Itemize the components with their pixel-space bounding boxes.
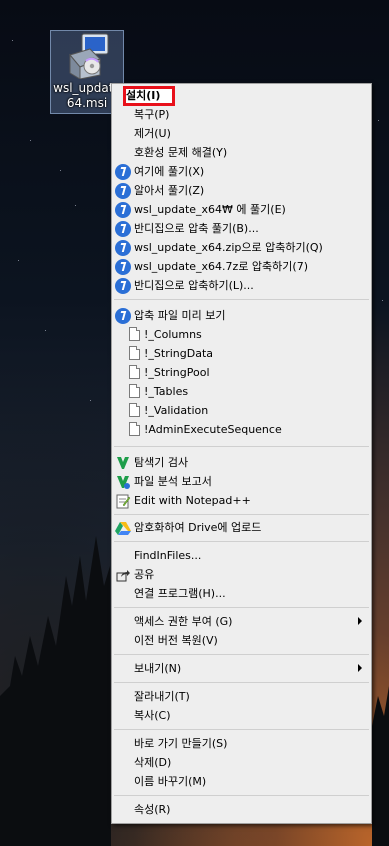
menu-item-properties[interactable]: 속성(R) (112, 800, 371, 819)
menu-item-copy[interactable]: 복사(C) (112, 706, 371, 725)
menu-separator (114, 682, 369, 683)
menu-item-uninstall[interactable]: 제거(U) (112, 124, 371, 143)
antivirus-report-icon (117, 476, 130, 489)
menu-item-scan[interactable]: 탐색기 검사 (112, 453, 371, 472)
menu-separator (114, 607, 369, 608)
google-drive-icon (115, 522, 131, 535)
menu-separator (114, 729, 369, 730)
menu-item-extract-to-folder[interactable]: wsl_update_x64₩ 에 풀기(E) (112, 200, 371, 219)
menu-item-preview-file[interactable]: !_Columns (112, 325, 371, 344)
submenu-arrow-icon (358, 664, 362, 672)
menu-item-compress-zip[interactable]: wsl_update_x64.zip으로 압축하기(Q) (112, 238, 371, 257)
menu-item-bandizip-extract[interactable]: 반디집으로 압축 풀기(B)... (112, 219, 371, 238)
document-icon (126, 364, 142, 380)
menu-item-preview-file[interactable]: !_Tables (112, 382, 371, 401)
menu-item-open-with[interactable]: 연결 프로그램(H)... (112, 584, 371, 603)
bandizip-icon (115, 278, 131, 294)
menu-item-rename[interactable]: 이름 바꾸기(M) (112, 772, 371, 791)
document-icon (126, 345, 142, 361)
menu-item-bandizip-compress[interactable]: 반디집으로 압축하기(L)... (112, 276, 371, 295)
menu-separator (114, 795, 369, 796)
menu-separator (114, 654, 369, 655)
document-icon (126, 326, 142, 342)
submenu-arrow-icon (358, 617, 362, 625)
antivirus-icon (117, 457, 129, 469)
menu-separator (114, 541, 369, 542)
menu-item-create-shortcut[interactable]: 바로 가기 만들기(S) (112, 734, 371, 753)
document-icon (126, 383, 142, 399)
menu-item-notepadpp[interactable]: Edit with Notepad++ (112, 491, 371, 510)
menu-item-findinfiles[interactable]: FindInFiles... (112, 546, 371, 565)
bandizip-icon (115, 308, 131, 324)
menu-item-share[interactable]: 공유 (112, 565, 371, 584)
menu-item-compress-7z[interactable]: wsl_update_x64.7z로 압축하기(7) (112, 257, 371, 276)
bandizip-icon (115, 259, 131, 275)
installer-package-icon (69, 33, 109, 79)
menu-item-extract-auto[interactable]: 알아서 풀기(Z) (112, 181, 371, 200)
context-menu: 설치(I) 복구(P) 제거(U) 호환성 문제 해결(Y) 여기에 풀기(X)… (111, 83, 372, 824)
bandizip-icon (115, 202, 131, 218)
menu-item-delete[interactable]: 삭제(D) (112, 753, 371, 772)
document-icon (126, 421, 142, 437)
menu-item-install[interactable]: 설치(I) (112, 86, 371, 106)
menu-item-cut[interactable]: 잘라내기(T) (112, 687, 371, 706)
menu-item-preview-file[interactable]: !AdminExecuteSequence (112, 420, 371, 439)
notepadpp-icon (116, 494, 131, 509)
bandizip-icon (115, 164, 131, 180)
bandizip-icon (115, 221, 131, 237)
document-icon (126, 402, 142, 418)
menu-item-repair[interactable]: 복구(P) (112, 105, 371, 124)
menu-item-grant-access[interactable]: 액세스 권한 부여 (G) (112, 612, 371, 631)
bandizip-icon (115, 183, 131, 199)
menu-item-preview-file[interactable]: !_StringPool (112, 363, 371, 382)
menu-item-archive-preview[interactable]: 압축 파일 미리 보기 (112, 306, 371, 325)
menu-item-preview-file[interactable]: !_StringData (112, 344, 371, 363)
menu-item-analysis-report[interactable]: 파일 분석 보고서 (112, 472, 371, 491)
share-icon (116, 570, 130, 582)
menu-item-send-to[interactable]: 보내기(N) (112, 659, 371, 678)
menu-item-restore-prev[interactable]: 이전 버전 복원(V) (112, 631, 371, 650)
menu-separator (114, 514, 369, 515)
menu-separator (114, 299, 369, 300)
bandizip-icon (115, 240, 131, 256)
menu-item-drive-upload[interactable]: 암호화하여 Drive에 업로드 (112, 518, 371, 537)
menu-separator (114, 446, 369, 447)
menu-item-extract-here[interactable]: 여기에 풀기(X) (112, 162, 371, 181)
menu-item-compat[interactable]: 호환성 문제 해결(Y) (112, 143, 371, 162)
menu-item-preview-file[interactable]: !_Validation (112, 401, 371, 420)
